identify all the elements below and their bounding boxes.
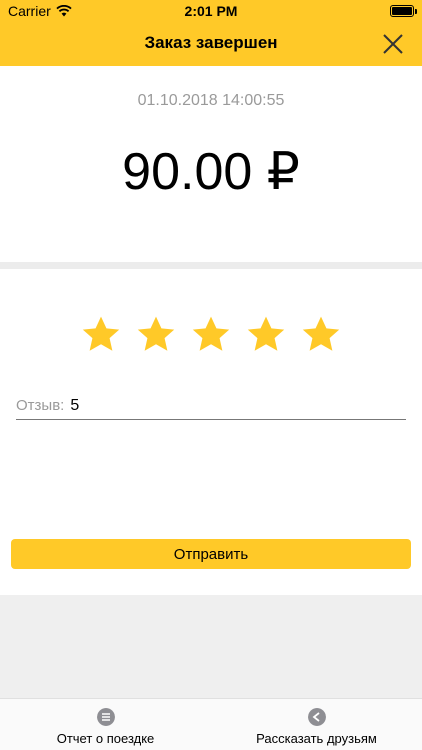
review-label: Отзыв:	[16, 397, 65, 414]
battery-icon	[390, 5, 417, 17]
submit-button[interactable]: Отправить	[11, 539, 411, 569]
star-icon[interactable]	[190, 314, 232, 356]
tab-share[interactable]: Рассказать друзьям	[211, 699, 422, 750]
review-field[interactable]: Отзыв: 5	[16, 392, 406, 420]
status-bar: Carrier 2:01 PM	[0, 0, 422, 22]
list-icon	[96, 708, 115, 726]
page-title: Заказ завершен	[144, 33, 278, 52]
section-divider	[0, 262, 422, 269]
empty-area	[0, 595, 422, 698]
star-icon[interactable]	[245, 314, 287, 356]
tab-trip-report[interactable]: Отчет о поездке	[0, 699, 211, 750]
rating-stars	[80, 314, 342, 358]
share-icon	[307, 708, 326, 726]
status-time: 2:01 PM	[184, 3, 238, 19]
star-icon[interactable]	[300, 314, 342, 356]
close-icon[interactable]	[380, 31, 406, 57]
star-icon[interactable]	[80, 314, 122, 356]
order-amount: 90.00 ₽	[122, 143, 300, 201]
star-icon[interactable]	[135, 314, 177, 356]
tab-bar: Отчет о поездке Рассказать друзьям	[0, 698, 422, 750]
order-datetime: 01.10.2018 14:00:55	[137, 92, 285, 109]
nav-bar: Заказ завершен	[0, 22, 422, 66]
tab-label: Отчет о поездке	[56, 731, 155, 746]
tab-label: Рассказать друзьям	[256, 731, 377, 746]
review-input[interactable]: 5	[70, 397, 79, 415]
